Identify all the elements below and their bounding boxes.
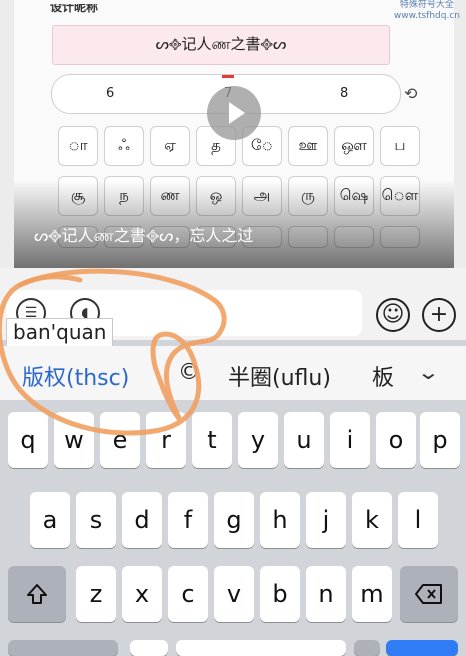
key-m[interactable]: m xyxy=(352,566,392,622)
key-c[interactable]: c xyxy=(168,566,208,622)
chevron-down-icon[interactable]: ⌄ xyxy=(417,360,440,384)
space-key[interactable] xyxy=(176,640,346,656)
watermark-title: 特殊符号大全 xyxy=(399,0,454,10)
key-i[interactable]: i xyxy=(330,412,370,468)
selected-marker xyxy=(222,75,234,78)
return-key[interactable] xyxy=(386,640,458,656)
key-o[interactable]: o xyxy=(376,412,416,468)
nickname-preview: ᔕ᪣记人ண之書᪣ᔕ xyxy=(52,25,390,65)
play-icon[interactable] xyxy=(207,86,261,140)
key-q[interactable]: q xyxy=(8,412,48,468)
key-s[interactable]: s xyxy=(76,492,116,548)
key-k[interactable]: k xyxy=(352,492,392,548)
key-t[interactable]: t xyxy=(192,412,232,468)
video-title: ᔕ᪣记人ண之書᪣ᔕ，忘人之过 xyxy=(34,226,254,245)
watermark-url: www.tsfhdq.cn xyxy=(393,11,460,21)
key-g[interactable]: g xyxy=(214,492,254,548)
key-p[interactable]: p xyxy=(420,412,460,468)
char-key: ப xyxy=(380,126,420,166)
video-preview[interactable]: 设计昵称 ᔕ᪣记人ண之書᪣ᔕ 6 7 8 ⟲ ா ஃ ஏ த ே ஊ ஔ ப ச… xyxy=(0,0,466,268)
plus-icon[interactable]: + xyxy=(422,298,456,332)
mic-key[interactable] xyxy=(354,640,380,656)
count-option: 6 xyxy=(106,86,115,101)
char-key: ஃ xyxy=(104,126,144,166)
key-u[interactable]: u xyxy=(284,412,324,468)
key-e[interactable]: e xyxy=(100,412,140,468)
key-j[interactable]: j xyxy=(306,492,346,548)
candidate-3[interactable]: 半圈(uflu) xyxy=(228,360,331,392)
key-w[interactable]: w xyxy=(54,412,94,468)
numbers-key[interactable] xyxy=(8,640,118,656)
design-label: 设计昵称 xyxy=(50,4,99,14)
key-v[interactable]: v xyxy=(214,566,254,622)
candidate-2[interactable]: © xyxy=(178,360,200,385)
site-watermark: 特殊符号大全 www.tsfhdq.cn xyxy=(394,0,460,22)
shift-key[interactable] xyxy=(8,566,66,622)
key-x[interactable]: x xyxy=(122,566,162,622)
backspace-key[interactable] xyxy=(400,566,458,622)
key-y[interactable]: y xyxy=(238,412,278,468)
key-n[interactable]: n xyxy=(306,566,346,622)
count-option: 8 xyxy=(340,86,349,101)
shift-icon xyxy=(27,584,47,604)
key-f[interactable]: f xyxy=(168,492,208,548)
key-r[interactable]: r xyxy=(146,412,186,468)
char-key: ஔ xyxy=(334,126,374,166)
key-z[interactable]: z xyxy=(76,566,116,622)
emoji-icon[interactable]: ☺ xyxy=(376,298,410,332)
key-b[interactable]: b xyxy=(260,566,300,622)
key-h[interactable]: h xyxy=(260,492,300,548)
char-key: ஊ xyxy=(288,126,328,166)
key-l[interactable]: l xyxy=(398,492,438,548)
pinyin-composition: ban'quan xyxy=(6,318,114,348)
backspace-icon xyxy=(415,584,442,604)
char-key: ஏ xyxy=(150,126,190,166)
refresh-icon: ⟲ xyxy=(404,84,418,103)
candidate-1[interactable]: 版权(thsc) xyxy=(22,360,129,392)
globe-key[interactable] xyxy=(130,640,168,656)
char-key: ா xyxy=(58,126,98,166)
key-d[interactable]: d xyxy=(122,492,162,548)
key-a[interactable]: a xyxy=(30,492,70,548)
candidate-4[interactable]: 板 xyxy=(372,360,394,392)
